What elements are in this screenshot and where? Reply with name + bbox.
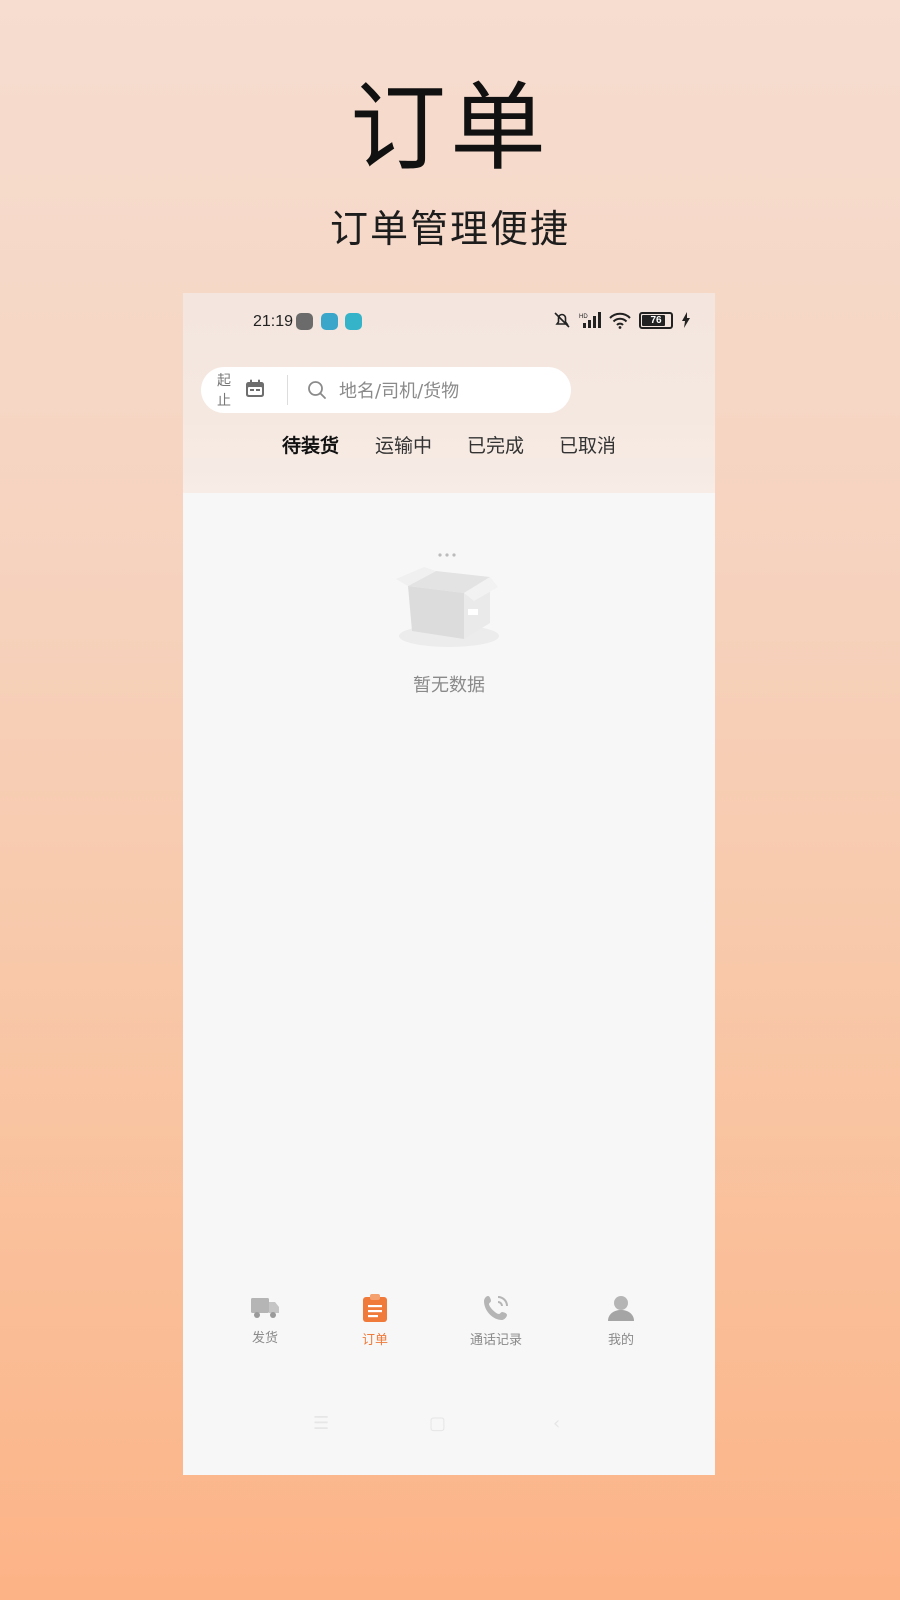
home-icon[interactable]: ▢ bbox=[429, 1413, 446, 1434]
message-notification-icon bbox=[345, 313, 362, 330]
tab-in-transit[interactable]: 运输中 bbox=[375, 431, 432, 458]
empty-state bbox=[183, 551, 715, 655]
date-range-label[interactable]: 起 止 bbox=[217, 371, 233, 411]
search-icon bbox=[308, 381, 326, 399]
order-status-tabs: 待装货 运输中 已完成 已取消 bbox=[183, 431, 715, 471]
shield-notification-icon bbox=[321, 313, 338, 330]
hero-title: 订单 bbox=[350, 72, 550, 184]
nav-item-profile[interactable]: 我的 bbox=[576, 1293, 666, 1348]
phone-icon bbox=[484, 1296, 508, 1320]
truck-icon bbox=[251, 1298, 279, 1318]
status-icons: HD 76 bbox=[553, 311, 691, 329]
svg-text:HD: HD bbox=[579, 314, 588, 320]
tab-pending-loading[interactable]: 待装货 bbox=[282, 431, 339, 458]
nav-label-profile: 我的 bbox=[607, 1333, 634, 1348]
signal-icon: HD bbox=[579, 312, 601, 328]
nav-item-orders[interactable]: 订单 bbox=[330, 1293, 420, 1348]
filter-divider bbox=[287, 375, 288, 405]
tab-completed[interactable]: 已完成 bbox=[467, 431, 524, 458]
empty-state-text: 暂无数据 bbox=[413, 675, 485, 696]
search-input[interactable] bbox=[337, 375, 561, 407]
app-notification-icon bbox=[296, 313, 313, 330]
menu-icon[interactable]: ☰ bbox=[313, 1413, 329, 1434]
nav-label-call-log: 通话记录 bbox=[469, 1333, 522, 1348]
user-icon bbox=[608, 1296, 634, 1321]
mute-bell-icon bbox=[554, 312, 570, 328]
battery-level: 76 bbox=[650, 314, 662, 326]
hero-subtitle: 订单管理便捷 bbox=[329, 207, 570, 251]
empty-box-icon bbox=[396, 553, 499, 647]
date-start-label: 起 bbox=[217, 373, 231, 389]
bottom-navigation: 发货 订单 通话记录 我的 bbox=[183, 1293, 715, 1363]
nav-item-call-log[interactable]: 通话记录 bbox=[451, 1293, 541, 1348]
charging-icon bbox=[682, 312, 690, 328]
phone-screen: 21:19 HD 76 起 止 地名/司机/货物 待装货 运输中 已完成 已取消… bbox=[183, 293, 715, 1475]
clipboard-icon bbox=[363, 1294, 387, 1322]
tab-cancelled[interactable]: 已取消 bbox=[559, 431, 616, 458]
status-bar: 21:19 HD 76 bbox=[183, 309, 715, 339]
nav-item-ship[interactable]: 发货 bbox=[220, 1293, 310, 1346]
date-end-label: 止 bbox=[217, 393, 231, 409]
wifi-icon bbox=[609, 312, 631, 329]
nav-label-orders: 订单 bbox=[361, 1333, 388, 1348]
header-area: 21:19 HD 76 起 止 地名/司机/货物 待装货 运输中 已完成 已取消 bbox=[183, 293, 715, 493]
calendar-icon[interactable] bbox=[245, 379, 265, 399]
nav-label-ship: 发货 bbox=[251, 1331, 278, 1346]
back-icon[interactable]: ‹ bbox=[553, 1413, 560, 1434]
battery-icon: 76 bbox=[639, 311, 673, 329]
filter-bar: 起 止 bbox=[201, 367, 571, 413]
system-navigation-bar: ☰ ▢ ‹ bbox=[183, 1413, 715, 1443]
status-time: 21:19 bbox=[253, 313, 294, 330]
